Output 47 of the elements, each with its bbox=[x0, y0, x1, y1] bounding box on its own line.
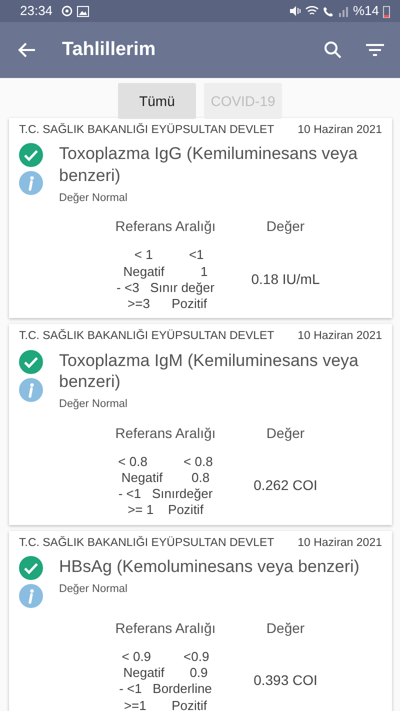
call-icon bbox=[322, 6, 334, 16]
institution-name: T.C. SAĞLIK BAKANLIĞI EYÜPSULTAN DEVLET bbox=[19, 328, 274, 344]
screen-title: Tahlillerim bbox=[62, 38, 157, 62]
institution-name: T.C. SAĞLIK BAKANLIĞI EYÜPSULTAN DEVLET bbox=[19, 535, 274, 550]
result-date: 10 Haziran 2021 bbox=[298, 536, 382, 550]
reference-range-line: >=3 Pozitif bbox=[126, 296, 208, 312]
battery-icon bbox=[383, 4, 390, 18]
column-header: Değer bbox=[265, 424, 306, 443]
wifi-icon bbox=[304, 5, 319, 17]
signal-icon bbox=[338, 6, 349, 16]
reference-range-line: >=1 Pozitif bbox=[124, 698, 208, 711]
reference-range-line: Negatif 0.8 bbox=[121, 470, 210, 486]
clock: 23:34 bbox=[20, 2, 53, 20]
back-icon[interactable] bbox=[18, 42, 36, 58]
reference-range-line: - <3 Sınır değer bbox=[116, 280, 214, 296]
result-value: 0.18 IU/mL bbox=[251, 270, 320, 287]
result-value: 0.393 COI bbox=[254, 672, 318, 688]
column-header: Referans Aralığı bbox=[114, 217, 217, 236]
image-icon bbox=[76, 6, 89, 16]
test-name: HBsAg (Kemoluminesans veya benzeri) bbox=[59, 556, 360, 577]
status-text: Değer Normal bbox=[59, 190, 128, 206]
search-icon[interactable] bbox=[324, 41, 342, 59]
reference-range-line: - <1 Sınırdeğer bbox=[118, 486, 213, 502]
institution-name: T.C. SAĞLIK BAKANLIĞI EYÜPSULTAN DEVLET bbox=[19, 122, 274, 138]
reference-range-line: < 1 <1 bbox=[133, 247, 204, 264]
column-header: Değer bbox=[265, 217, 306, 236]
reference-range-line: < 0.8 < 0.8 bbox=[118, 454, 213, 470]
filter-tab[interactable]: Tümü bbox=[118, 83, 196, 119]
result-date: 10 Haziran 2021 bbox=[298, 123, 382, 138]
sync-icon bbox=[60, 5, 73, 17]
test-name: Toxoplazma IgM (Kemiluminesans veya benzeri) bbox=[59, 350, 360, 392]
status-text: Değer Normal bbox=[59, 397, 128, 412]
column-header: Referans Aralığı bbox=[114, 424, 217, 443]
reference-range-line: < 0.9 <0.9 bbox=[122, 648, 210, 665]
column-header: Referans Aralığı bbox=[114, 618, 217, 638]
filter-icon[interactable] bbox=[366, 43, 384, 57]
reference-range-line: - <1 Borderline bbox=[119, 681, 212, 698]
result-value: 0.262 COI bbox=[254, 477, 318, 493]
result-date: 10 Haziran 2021 bbox=[298, 329, 382, 344]
battery-level: %14 bbox=[352, 2, 379, 20]
status-text: Değer Normal bbox=[59, 582, 128, 597]
test-name: Toxoplazma IgG (Kemiluminesans veya benzeri) bbox=[59, 143, 359, 186]
mute-icon bbox=[288, 5, 301, 17]
reference-range-line: Negatif 1 bbox=[123, 264, 208, 280]
reference-range-line: >= 1 Pozitif bbox=[128, 502, 204, 518]
column-header: Değer bbox=[265, 618, 306, 638]
reference-range-line: Negatif 0.9 bbox=[123, 665, 208, 682]
